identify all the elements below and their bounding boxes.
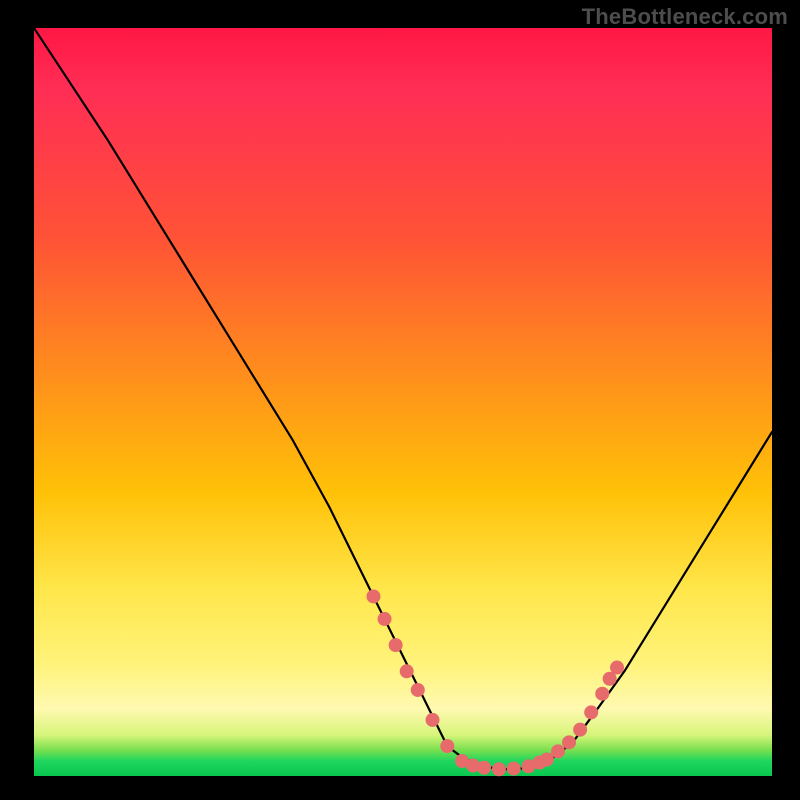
highlight-point [551,744,565,758]
plot-area [34,28,772,776]
highlight-point [507,762,521,776]
highlight-point [366,589,380,603]
highlight-point [477,761,491,775]
bottleneck-curve [34,28,772,769]
highlight-point [595,687,609,701]
highlight-point [562,735,576,749]
highlight-markers [366,589,624,776]
watermark-text: TheBottleneck.com [582,4,788,30]
highlight-point [610,661,624,675]
highlight-point [440,739,454,753]
highlight-point [584,705,598,719]
highlight-point [426,713,440,727]
curve-layer [34,28,772,776]
highlight-point [492,762,506,776]
chart-frame: TheBottleneck.com [0,0,800,800]
highlight-point [411,683,425,697]
highlight-point [378,612,392,626]
highlight-point [400,664,414,678]
highlight-point [389,638,403,652]
highlight-point [573,723,587,737]
highlight-point [540,753,554,767]
